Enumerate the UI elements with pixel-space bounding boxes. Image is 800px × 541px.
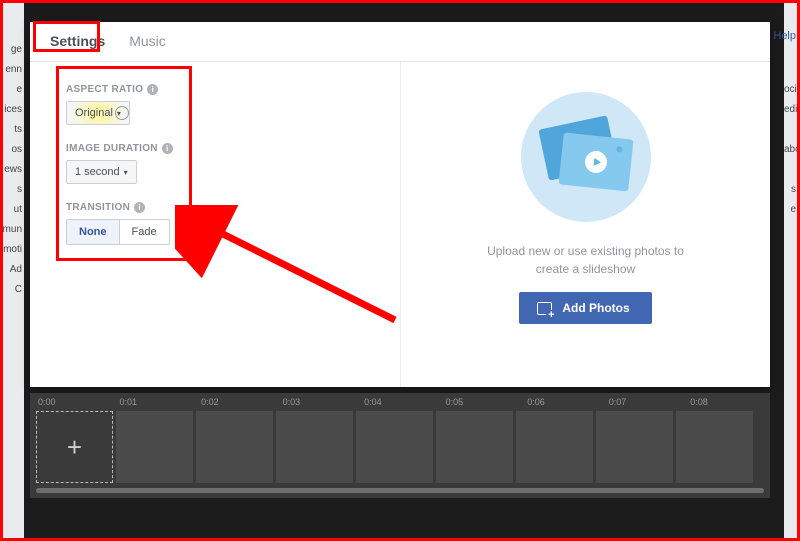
timeline-add-slot[interactable]: +	[36, 411, 113, 483]
transition-segmented: None Fade	[66, 219, 170, 245]
background-page-left: geenneicestsosewssutmunmotiAd C	[2, 0, 24, 541]
transition-none-button[interactable]: None	[67, 220, 119, 244]
timeline-scrollbar[interactable]	[36, 488, 764, 493]
chevron-down-icon: ▾	[124, 168, 128, 177]
upload-instructions: Upload new or use existing photos to cre…	[471, 242, 701, 278]
timeline-slot[interactable]	[516, 411, 593, 483]
settings-panel: ASPECT RATIO i Original ▾ IMAGE DURATION	[30, 62, 400, 387]
help-link[interactable]: Help	[773, 30, 796, 42]
timeline-slot[interactable]	[276, 411, 353, 483]
add-photos-button[interactable]: Add Photos	[519, 292, 651, 324]
image-plus-icon	[537, 302, 552, 315]
timeline-slot[interactable]	[196, 411, 273, 483]
info-icon[interactable]: i	[162, 143, 173, 154]
slideshow-editor: Settings Music ASPECT RATIO i Original ▾	[30, 22, 770, 387]
aspect-ratio-dropdown[interactable]: Original ▾	[66, 101, 130, 125]
timeline: 0:00 0:01 0:02 0:03 0:04 0:05 0:06 0:07 …	[30, 393, 770, 498]
timeline-slot[interactable]	[356, 411, 433, 483]
transition-fade-button[interactable]: Fade	[119, 220, 169, 244]
timeline-slot[interactable]	[676, 411, 753, 483]
info-icon[interactable]: i	[134, 202, 145, 213]
tab-music[interactable]: Music	[117, 22, 178, 61]
aspect-ratio-label: ASPECT RATIO i	[66, 84, 191, 95]
timeline-slot[interactable]	[596, 411, 673, 483]
transition-label: TRANSITION i	[66, 202, 191, 213]
slideshow-placeholder-icon	[521, 92, 651, 222]
image-duration-label: IMAGE DURATION i	[66, 143, 191, 154]
image-duration-dropdown[interactable]: 1 second ▾	[66, 160, 137, 184]
tabs: Settings Music	[30, 22, 770, 62]
background-page-right: ocialedia abou se	[784, 0, 798, 541]
timeline-slot[interactable]	[436, 411, 513, 483]
play-icon	[583, 150, 607, 174]
info-icon[interactable]: i	[147, 84, 158, 95]
timeline-ruler: 0:00 0:01 0:02 0:03 0:04 0:05 0:06 0:07 …	[30, 393, 770, 411]
preview-panel: Upload new or use existing photos to cre…	[400, 62, 770, 387]
timeline-slot[interactable]	[116, 411, 193, 483]
chevron-down-icon: ▾	[117, 109, 121, 118]
tab-settings[interactable]: Settings	[38, 22, 117, 61]
